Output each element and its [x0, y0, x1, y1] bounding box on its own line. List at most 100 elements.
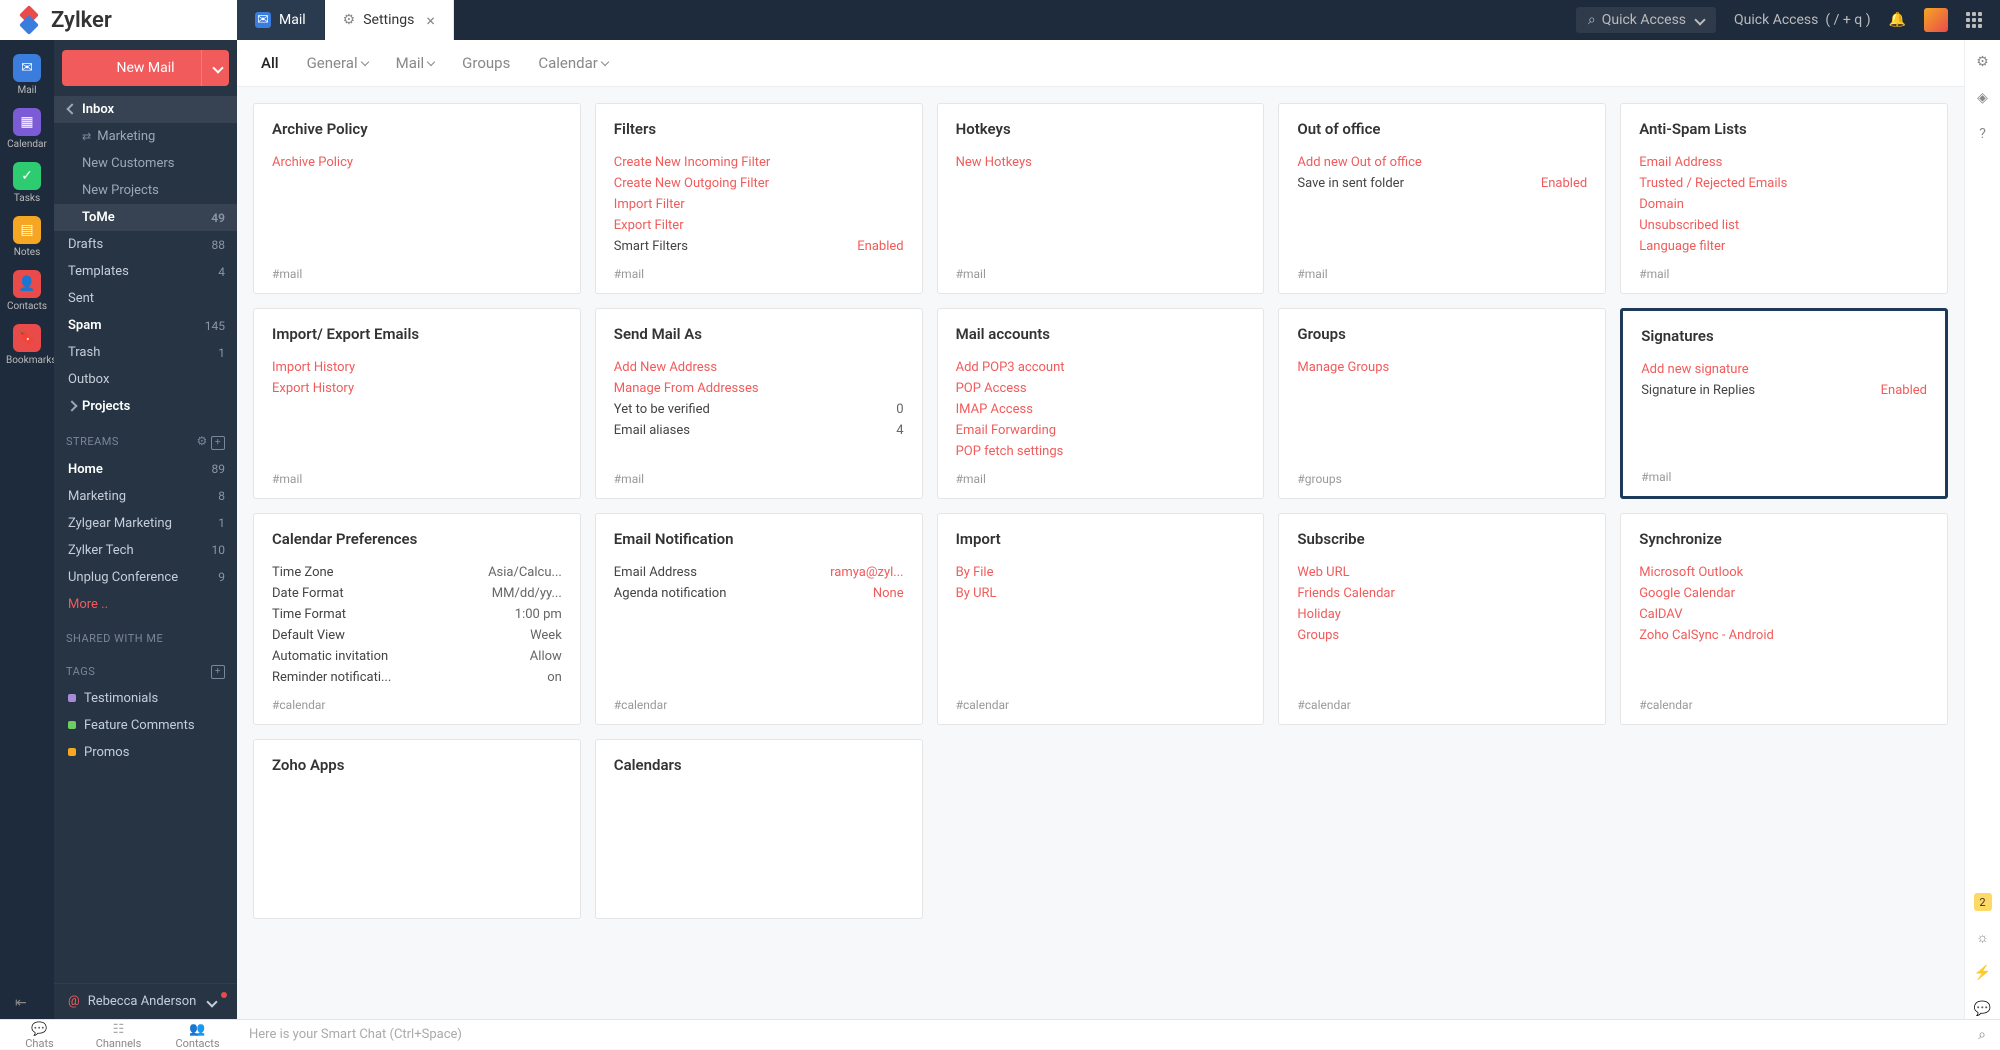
sidebar-folder-sent[interactable]: Sent — [54, 285, 237, 312]
card-link[interactable]: Friends Calendar — [1297, 583, 1587, 604]
card-link[interactable]: Email Forwarding — [956, 420, 1246, 441]
rail-tasks[interactable]: ✓Tasks — [6, 158, 48, 208]
card-link[interactable]: Automatic invitationAllow — [272, 646, 562, 667]
sidebar-tag-feature-comments[interactable]: Feature Comments — [54, 712, 237, 739]
card-link[interactable]: POP fetch settings — [956, 441, 1246, 462]
card-link[interactable]: Default ViewWeek — [272, 625, 562, 646]
sidebar-folder-projects[interactable]: Projects — [54, 393, 237, 420]
filter-calendar[interactable]: Calendar — [538, 54, 608, 72]
card-link[interactable]: Add POP3 account — [956, 357, 1246, 378]
chevron-down-icon[interactable] — [201, 50, 229, 86]
logo[interactable]: Zylker — [0, 0, 237, 40]
sidebar-stream-unplug-conference[interactable]: Unplug Conference9 — [54, 564, 237, 591]
card-link[interactable]: Email aliases4 — [614, 420, 904, 441]
user-menu[interactable]: @ Rebecca Anderson — [54, 983, 237, 1019]
plug-icon[interactable]: ⚡ — [1973, 963, 1993, 983]
bottom-channels[interactable]: ☷Channels — [79, 1020, 158, 1050]
card-link[interactable]: Reminder notificati...on — [272, 667, 562, 688]
card-link[interactable]: Save in sent folderEnabled — [1297, 173, 1587, 194]
filter-general[interactable]: General — [307, 54, 368, 72]
card-link[interactable]: By File — [956, 562, 1246, 583]
filter-mail[interactable]: Mail — [396, 54, 435, 72]
card-link[interactable]: Trusted / Rejected Emails — [1639, 173, 1929, 194]
rail-contacts[interactable]: 👤Contacts — [6, 266, 48, 316]
sidebar-folder-outbox[interactable]: Outbox — [54, 366, 237, 393]
rail-bookmarks[interactable]: 🔖Bookmarks — [6, 320, 48, 370]
sidebar-stream-home[interactable]: Home89 — [54, 456, 237, 483]
card-link[interactable]: Zoho CalSync - Android — [1639, 625, 1929, 646]
card-link[interactable]: Language filter — [1639, 236, 1929, 257]
card-link[interactable]: Add New Address — [614, 357, 904, 378]
bell-icon[interactable]: 🔔 — [1889, 12, 1906, 28]
new-mail-button[interactable]: New Mail — [62, 50, 229, 86]
sidebar-folder-spam[interactable]: Spam145 — [54, 312, 237, 339]
sidebar-folder-inbox[interactable]: Inbox — [54, 96, 237, 123]
card-link[interactable]: By URL — [956, 583, 1246, 604]
search-icon[interactable]: ⌕ — [1964, 1027, 2000, 1043]
sidebar-folder-marketing[interactable]: ⇄Marketing — [54, 123, 237, 150]
card-link[interactable]: POP Access — [956, 378, 1246, 399]
card-link[interactable]: Agenda notificationNone — [614, 583, 904, 604]
add-tag-button[interactable]: + — [211, 665, 225, 679]
sidebar-stream-marketing[interactable]: Marketing8 — [54, 483, 237, 510]
sidebar-folder-trash[interactable]: Trash1 — [54, 339, 237, 366]
add-stream-button[interactable]: + — [211, 436, 225, 450]
rail-notes[interactable]: ▤Notes — [6, 212, 48, 262]
card-link[interactable]: Domain — [1639, 194, 1929, 215]
avatar[interactable] — [1924, 8, 1948, 32]
card-link[interactable]: Import Filter — [614, 194, 904, 215]
settings-icon[interactable]: ⚙ — [197, 434, 208, 448]
bottom-contacts[interactable]: 👥Contacts — [158, 1020, 237, 1050]
apps-grid-icon[interactable] — [1966, 12, 1982, 28]
card-link[interactable]: Yet to be verified0 — [614, 399, 904, 420]
card-link[interactable]: Groups — [1297, 625, 1587, 646]
card-link[interactable]: Unsubscribed list — [1639, 215, 1929, 236]
card-link[interactable]: Time ZoneAsia/Calcu... — [272, 562, 562, 583]
quick-access-link[interactable]: Quick Access ( / + q ) — [1734, 12, 1871, 28]
card-link[interactable]: Create New Incoming Filter — [614, 152, 904, 173]
sidebar-folder-tome[interactable]: ToMe49 — [54, 204, 237, 231]
card-link[interactable]: Export Filter — [614, 215, 904, 236]
card-link[interactable]: Email Address — [1639, 152, 1929, 173]
card-link[interactable]: Holiday — [1297, 604, 1587, 625]
card-link[interactable]: Date FormatMM/dd/yy... — [272, 583, 562, 604]
card-link[interactable]: Import History — [272, 357, 562, 378]
sidebar-tag-testimonials[interactable]: Testimonials — [54, 685, 237, 712]
card-link[interactable]: Web URL — [1297, 562, 1587, 583]
card-link[interactable]: Add new Out of office — [1297, 152, 1587, 173]
sidebar-folder-drafts[interactable]: Drafts88 — [54, 231, 237, 258]
quick-access-search[interactable]: ⌕ Quick Access — [1576, 7, 1716, 33]
smart-chat-input[interactable]: Here is your Smart Chat (Ctrl+Space) — [237, 1027, 1964, 1042]
sidebar-folder-new-projects[interactable]: New Projects — [54, 177, 237, 204]
help-icon[interactable]: ? — [1973, 124, 1993, 144]
card-link[interactable]: IMAP Access — [956, 399, 1246, 420]
filter-all[interactable]: All — [261, 54, 279, 72]
close-icon[interactable]: × — [426, 11, 435, 30]
chat-icon[interactable]: 💬 — [1973, 999, 1993, 1019]
collapse-sidebar-button[interactable]: ⇤ — [15, 995, 27, 1011]
card-link[interactable]: Export History — [272, 378, 562, 399]
sidebar-folder-new-customers[interactable]: New Customers — [54, 150, 237, 177]
card-link[interactable]: New Hotkeys — [956, 152, 1246, 173]
diamond-icon[interactable]: ◈ — [1973, 88, 1993, 108]
card-link[interactable]: Smart FiltersEnabled — [614, 236, 904, 257]
card-link[interactable]: Add new signature — [1641, 359, 1927, 380]
notification-badge[interactable]: 2 — [1974, 893, 1992, 911]
gear-icon[interactable]: ⚙ — [1973, 52, 1993, 72]
more-link[interactable]: More .. — [54, 591, 237, 618]
sidebar-tag-promos[interactable]: Promos — [54, 739, 237, 766]
tab-mail[interactable]: ✉ Mail — [237, 0, 325, 40]
sidebar-folder-templates[interactable]: Templates4 — [54, 258, 237, 285]
tab-settings[interactable]: ⚙ Settings × — [325, 0, 454, 40]
card-link[interactable]: Microsoft Outlook — [1639, 562, 1929, 583]
filter-groups[interactable]: Groups — [462, 54, 510, 72]
card-link[interactable]: Email Addressramya@zyl... — [614, 562, 904, 583]
card-link[interactable]: Manage From Addresses — [614, 378, 904, 399]
card-link[interactable]: Signature in RepliesEnabled — [1641, 380, 1927, 401]
card-link[interactable]: CalDAV — [1639, 604, 1929, 625]
card-link[interactable]: Create New Outgoing Filter — [614, 173, 904, 194]
rail-mail[interactable]: ✉Mail — [6, 50, 48, 100]
sidebar-stream-zylgear-marketing[interactable]: Zylgear Marketing1 — [54, 510, 237, 537]
card-link[interactable]: Google Calendar — [1639, 583, 1929, 604]
bottom-chats[interactable]: 💬Chats — [0, 1020, 79, 1050]
